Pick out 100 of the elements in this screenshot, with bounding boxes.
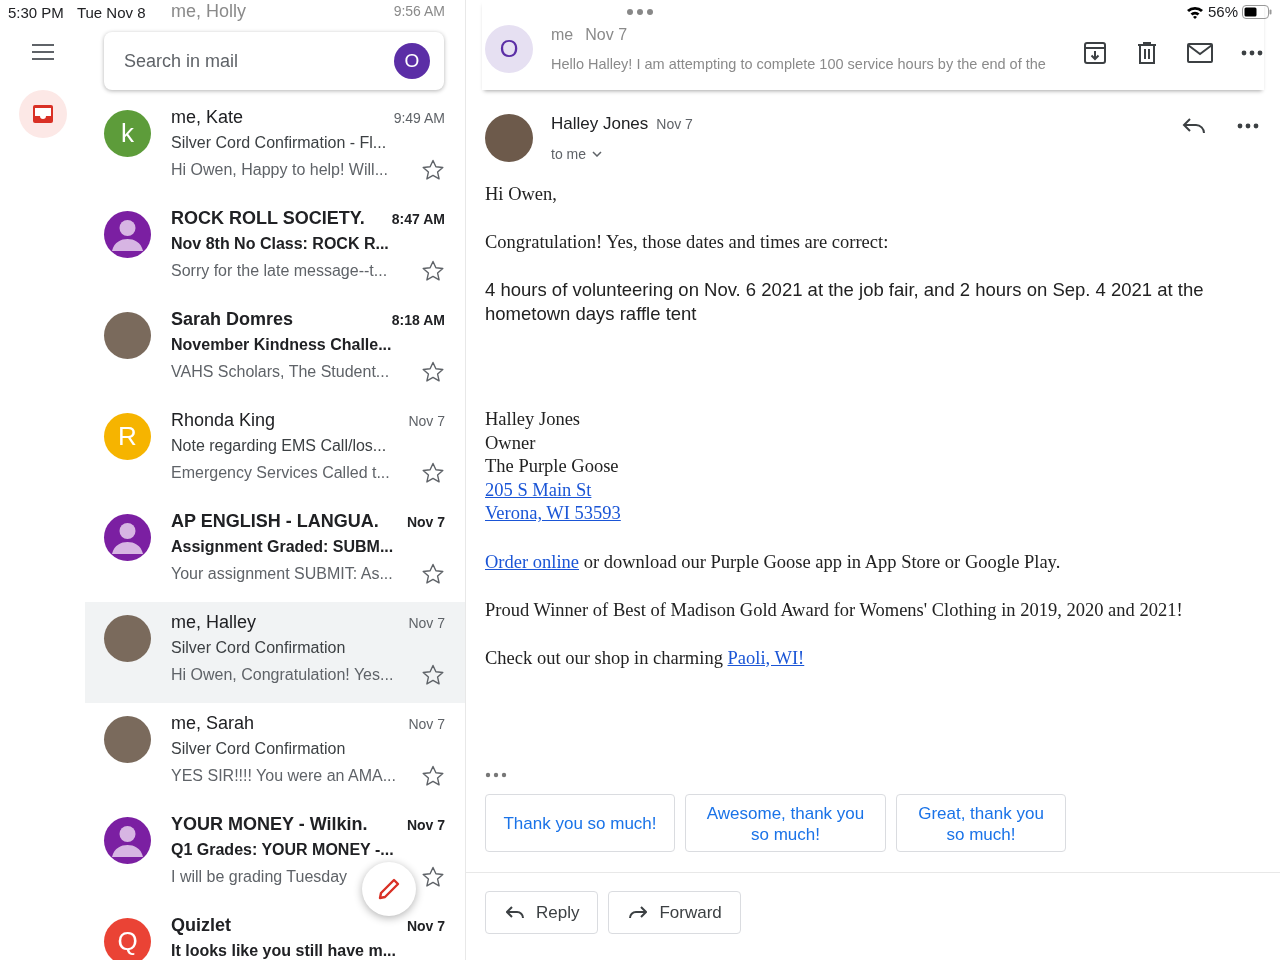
email-subject: Nov 8th No Class: ROCK R... <box>171 235 390 254</box>
menu-button[interactable] <box>31 44 54 60</box>
reply-icon <box>1182 116 1206 136</box>
email-subject: November Kindness Challe... <box>171 336 393 355</box>
compose-button[interactable] <box>362 862 416 916</box>
email-time: Nov 7 <box>406 817 445 833</box>
link[interactable]: Order online <box>485 551 579 572</box>
reply-button[interactable]: Reply <box>485 891 599 934</box>
email-row[interactable]: me, Sarah Nov 7 Silver Cord Confirmation YES SIR!!!! You were an AMA... <box>85 703 465 804</box>
email-time: 9:49 AM <box>393 110 445 126</box>
email-time: 8:47 AM <box>391 211 445 227</box>
envelope-icon <box>1186 40 1214 66</box>
email-snippet: I will be grading Tuesday <box>171 868 348 886</box>
inbox-button[interactable] <box>18 90 67 138</box>
sender-name: AP ENGLISH - LANGUA. <box>171 511 379 532</box>
sender-name: Sarah Domres <box>171 309 294 330</box>
link[interactable]: 205 S Main St <box>485 479 592 500</box>
star-icon <box>421 259 445 283</box>
star-icon <box>421 158 445 182</box>
recipient-dropdown[interactable]: to me <box>551 146 602 162</box>
star-button[interactable] <box>421 360 445 384</box>
email-snippet: Your assignment SUBMIT: As... <box>171 565 393 583</box>
mark-unread-button[interactable] <box>1186 40 1214 66</box>
avatar-letter: k <box>104 110 151 157</box>
link[interactable]: Paoli, WI! <box>727 647 805 668</box>
wifi-icon <box>1185 4 1204 19</box>
body-paragraph: Congratulation! Yes, those dates and times are correct: <box>485 231 890 254</box>
email-row[interactable]: k me, Kate 9:49 AM Silver Cord Confirmation - Fl... Hi Owen, Happy to help! Will... <box>85 97 465 198</box>
star-button[interactable] <box>421 865 445 889</box>
email-subject: Silver Cord Confirmation - Fl... <box>171 134 388 153</box>
body-paragraph: Check out our shop in charming Paoli, WI! <box>485 646 806 670</box>
body-paragraph: Hi Owen, <box>485 183 558 206</box>
menu-icon <box>31 44 54 60</box>
sender-name: me, Holly <box>171 0 247 22</box>
star-button[interactable] <box>421 461 445 485</box>
sender-name: YOUR MONEY - Wilkin. <box>171 814 368 835</box>
inbox-icon <box>31 104 54 124</box>
link[interactable]: Verona, WI 53593 <box>485 503 621 523</box>
email-subject: Silver Cord Confirmation <box>171 740 347 759</box>
star-icon <box>421 865 445 889</box>
photo-placeholder <box>485 114 533 162</box>
email-snippet: Sorry for the late message--t... <box>171 262 388 280</box>
email-row[interactable]: ROCK ROLL SOCIETY. 8:47 AM Nov 8th No Class: ROCK R... Sorry for the late message--t... <box>85 198 465 299</box>
signature-line: Owner <box>485 432 536 453</box>
message-snippet: Hello Halley! I am attempting to complete 100 service hours by the end of the <box>551 56 1046 72</box>
sender-name: me <box>551 26 574 44</box>
forward-icon <box>629 905 648 920</box>
body-paragraph: 4 hours of volunteering on Nov. 6 2021 at the job fair, and 2 hours on Sep. 4 2021 at the hometown days raffle tent <box>485 278 1205 326</box>
body-paragraph: Proud Winner of Best of Madison Gold Award for Womens' Clothing in 2019, 2020 and 2021! <box>485 598 1184 622</box>
smart-reply-chip[interactable]: Awesome, thank you so much! <box>685 794 886 852</box>
signature-line: Halley Jones <box>485 409 581 429</box>
archive-icon <box>1082 40 1108 66</box>
email-row[interactable]: R Rhonda King Nov 7 Note regarding EMS Call/los... Emergency Services Called t... <box>85 400 465 501</box>
photo-placeholder <box>104 312 151 359</box>
email-snippet: Hi Owen, Happy to help! Will... <box>171 161 388 179</box>
email-subject: Assignment Graded: SUBM... <box>171 538 395 557</box>
star-icon <box>421 360 445 384</box>
star-button[interactable] <box>421 259 445 283</box>
pencil-icon <box>376 876 402 902</box>
star-icon <box>421 764 445 788</box>
more-icon <box>1240 50 1264 56</box>
chevron-down-icon <box>592 151 602 157</box>
avatar-letter: Q <box>104 918 151 960</box>
star-icon <box>421 562 445 586</box>
email-row[interactable]: me, Halley Nov 7 Silver Cord Confirmation Hi Owen, Congratulation! Yes... <box>85 602 465 703</box>
email-time: Nov 7 <box>406 918 445 934</box>
battery-icon <box>1242 4 1272 19</box>
email-time: 8:18 AM <box>391 312 445 328</box>
email-time: Nov 7 <box>406 514 445 530</box>
email-row[interactable]: AP ENGLISH - LANGUA. Nov 7 Assignment Graded: SUBM... Your assignment SUBMIT: As... <box>85 501 465 602</box>
account-avatar[interactable]: O <box>394 43 430 79</box>
avatar-letter: O <box>485 25 533 73</box>
reply-button[interactable] <box>1182 116 1206 136</box>
show-trimmed-icon[interactable] <box>485 772 507 778</box>
forward-button[interactable]: Forward <box>608 891 741 934</box>
email-snippet: Emergency Services Called t... <box>171 464 390 482</box>
email-snippet: VAHS Scholars, The Student... <box>171 363 390 381</box>
smart-reply-chip[interactable]: Great, thank you so much! <box>896 794 1066 852</box>
star-button[interactable] <box>421 764 445 788</box>
search-field[interactable]: Search in mail O <box>104 32 444 90</box>
email-row[interactable]: Q Quizlet Nov 7 It looks like you still have m... <box>85 905 465 960</box>
email-time: Nov 7 <box>408 615 445 631</box>
signature-line: The Purple Goose <box>485 456 619 476</box>
reply-icon <box>506 905 524 920</box>
sender-name: Rhonda King <box>171 410 276 431</box>
smart-reply-chip[interactable]: Thank you so much! <box>485 794 675 852</box>
sender-name: ROCK ROLL SOCIETY. <box>171 208 365 229</box>
star-button[interactable] <box>421 663 445 687</box>
email-snippet: Hi Owen, Congratulation! Yes... <box>171 666 394 684</box>
star-button[interactable] <box>421 158 445 182</box>
email-row[interactable]: Sarah Domres 8:18 AM November Kindness Challe... VAHS Scholars, The Student... <box>85 299 465 400</box>
sender-name: Quizlet <box>171 915 231 936</box>
star-icon <box>421 461 445 485</box>
email-snippet: YES SIR!!!! You were an AMA... <box>171 767 396 785</box>
body-paragraph: Order online or download our Purple Goose app in App Store or Google Play. <box>485 550 1062 574</box>
message-date: Nov 7 <box>585 26 628 44</box>
email-subject: Q1 Grades: YOUR MONEY -... <box>171 841 395 860</box>
star-button[interactable] <box>421 562 445 586</box>
email-time: Nov 7 <box>408 413 445 429</box>
archive-button[interactable] <box>1082 40 1108 66</box>
